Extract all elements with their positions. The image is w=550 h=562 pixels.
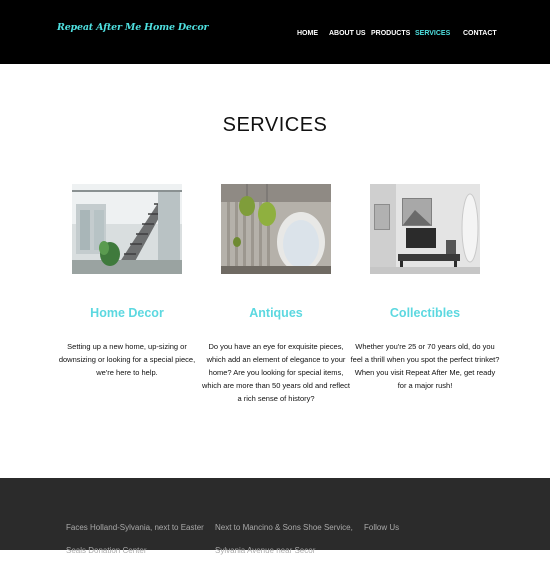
site-footer: Faces Holland-Sylvania, next to Easter S… (0, 478, 550, 555)
card-description: Setting up a new home, up-sizing or down… (58, 342, 196, 377)
nav-products[interactable]: PRODUCTS (371, 30, 410, 37)
antiques-photo (221, 184, 331, 274)
footer-address-line: Sylvania Avenue near Secor (215, 546, 316, 555)
footer-address-line: Next to Mancino & Sons Shoe Service, (215, 523, 353, 532)
footer-address-line: Seals Donation Center (66, 546, 147, 555)
site-header: Repeat After Me Home Decor HOME ABOUT US… (0, 0, 550, 64)
card-description: Do you have an eye for exquisite pieces,… (202, 342, 350, 403)
card-title: Home Decor (90, 306, 164, 320)
footer-location-1: Faces Holland-Sylvania, next to Easter S… (66, 516, 204, 562)
nav-home[interactable]: HOME (297, 30, 318, 37)
nav-services[interactable]: SERVICES (415, 30, 450, 37)
follow-us-link[interactable]: Follow Us (364, 516, 399, 539)
page-title: SERVICES (222, 114, 328, 136)
collectibles-photo (370, 184, 480, 274)
footer-address-line: Faces Holland-Sylvania, next to Easter (66, 523, 204, 532)
footer-location-2: Next to Mancino & Sons Shoe Service, Syl… (215, 516, 353, 562)
nav-contact[interactable]: CONTACT (463, 30, 497, 37)
footer-social: Follow Us (364, 516, 399, 539)
home-decor-photo (72, 184, 182, 274)
card-title: Collectibles (389, 306, 461, 320)
card-title: Antiques (249, 306, 303, 320)
card-description: Whether you're 25 or 70 years old, do yo… (350, 342, 500, 390)
nav-about-us[interactable]: ABOUT US (329, 30, 366, 37)
main-nav: HOME ABOUT US PRODUCTS SERVICES CONTACT (0, 30, 550, 42)
